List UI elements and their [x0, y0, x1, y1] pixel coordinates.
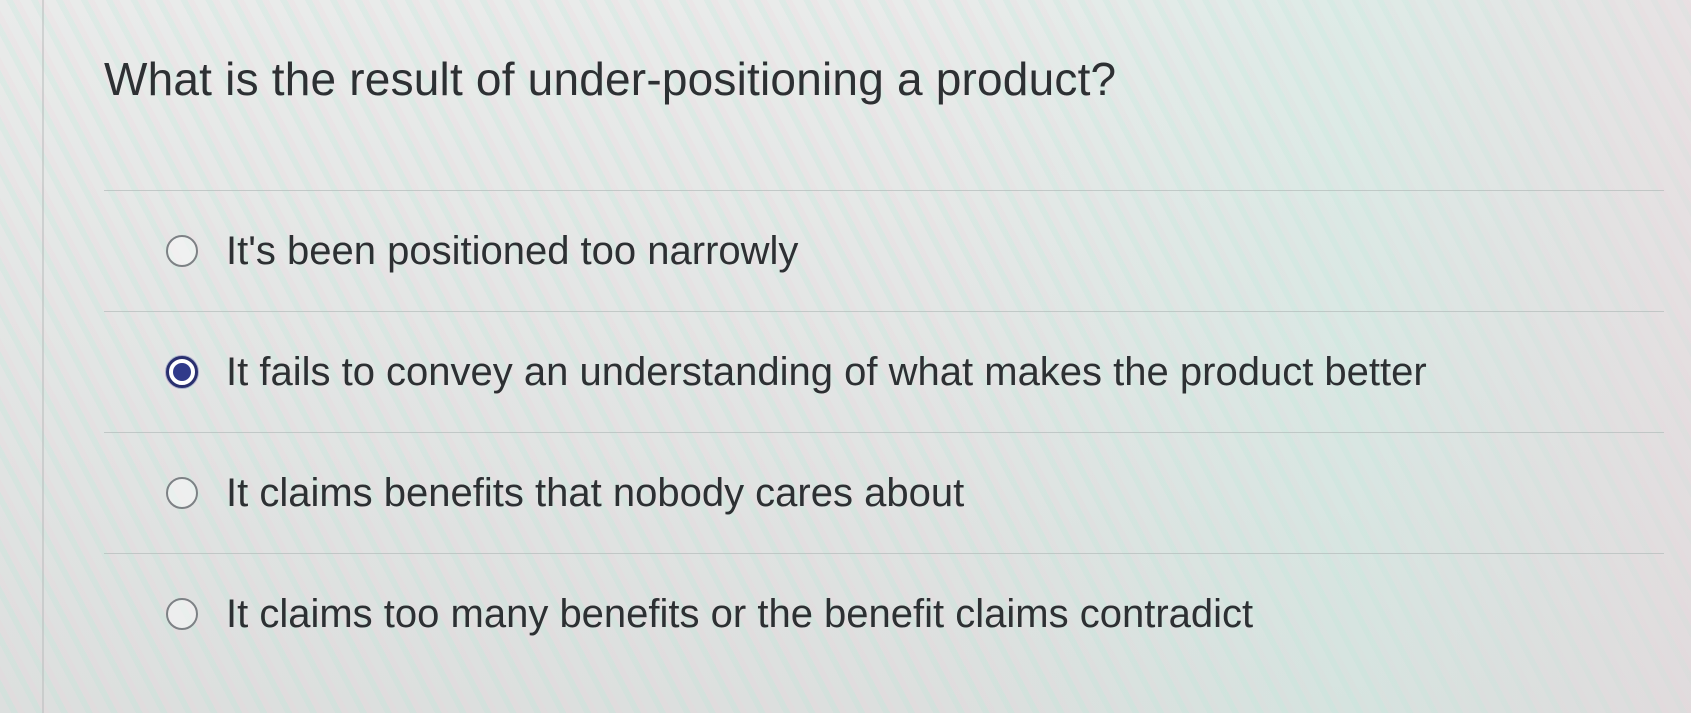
radio-dot-icon — [173, 363, 191, 381]
answer-label: It claims benefits that nobody cares abo… — [226, 470, 965, 515]
question-title: What is the result of under-positioning … — [104, 53, 1117, 105]
answer-option-1[interactable]: It's been positioned too narrowly — [104, 191, 1664, 311]
radio-button-selected[interactable] — [166, 356, 198, 388]
radio-button-unselected[interactable] — [166, 598, 198, 630]
radio-button-unselected[interactable] — [166, 235, 198, 267]
answer-option-4[interactable]: It claims too many benefits or the benef… — [104, 554, 1664, 674]
radio-button-unselected[interactable] — [166, 477, 198, 509]
answer-option-2[interactable]: It fails to convey an understanding of w… — [104, 312, 1664, 432]
answer-list: It's been positioned too narrowly It fai… — [104, 190, 1664, 674]
answer-label: It claims too many benefits or the benef… — [226, 591, 1254, 636]
answer-option-3[interactable]: It claims benefits that nobody cares abo… — [104, 433, 1664, 553]
answer-label: It's been positioned too narrowly — [226, 228, 799, 273]
answer-label: It fails to convey an understanding of w… — [226, 349, 1427, 394]
question-card: What is the result of under-positioning … — [44, 0, 1691, 713]
